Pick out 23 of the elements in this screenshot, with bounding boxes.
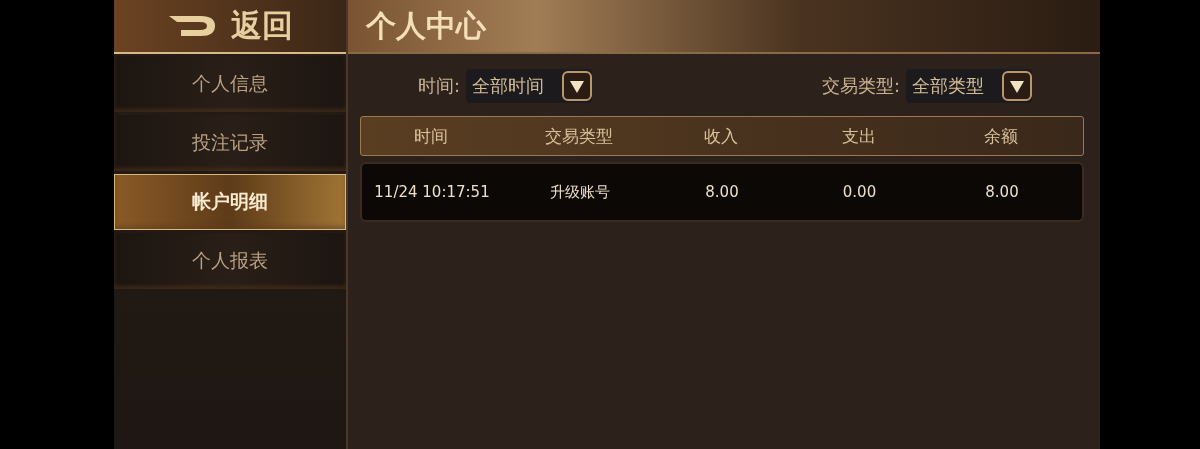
- column-header: 余额: [984, 124, 1018, 148]
- table-cell: 8.00: [985, 183, 1019, 201]
- table-cell: 8.00: [705, 183, 739, 201]
- table-cell: 0.00: [842, 183, 877, 201]
- filter-dropdown[interactable]: 全部类型: [906, 69, 1032, 103]
- column-header: 收入: [704, 124, 738, 148]
- filter-label: 交易类型:: [821, 74, 900, 98]
- filter-label: 时间:: [418, 74, 461, 98]
- back-button[interactable]: 返回: [114, 0, 346, 54]
- caret-icon: [1002, 71, 1032, 101]
- sidebar-item[interactable]: 帐户明细: [114, 174, 346, 230]
- table-cell: 11/24 10:17:51: [374, 183, 490, 201]
- table-cell: 升级账号: [549, 182, 610, 202]
- sidebar-item[interactable]: 投注记录: [114, 115, 346, 171]
- filter-dropdown[interactable]: 全部时间: [466, 69, 593, 103]
- sidebar-item[interactable]: 个人信息: [114, 56, 346, 112]
- column-header: 支出: [841, 124, 876, 148]
- column-header: 交易类型: [544, 124, 613, 148]
- back-arrow-icon: [167, 13, 217, 39]
- sidebar-item[interactable]: 个人报表: [114, 233, 346, 289]
- page-title: 个人中心: [366, 6, 486, 45]
- caret-icon: [562, 71, 593, 101]
- column-header: 时间: [414, 124, 448, 148]
